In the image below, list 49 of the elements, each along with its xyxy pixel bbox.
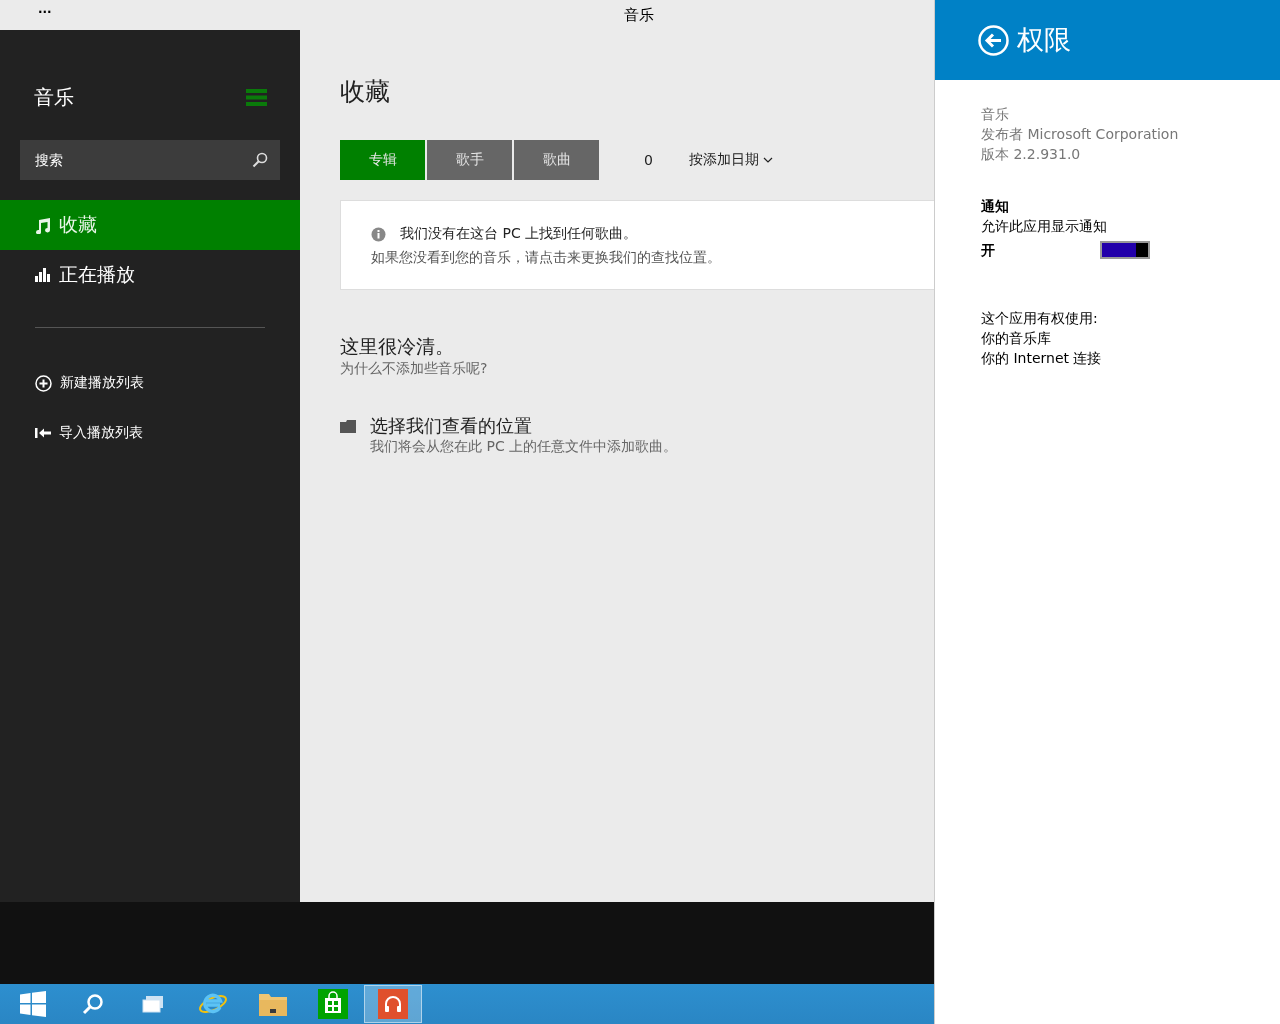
folder-icon	[340, 420, 356, 433]
app-info-text: 版本 2.2.931.0	[981, 145, 1082, 164]
sidebar-action[interactable]: 新建播放列表	[0, 358, 300, 408]
back-icon[interactable]	[978, 24, 1009, 56]
notice-title: 我们没有在这台 PC 上找到任何歌曲。	[400, 225, 638, 243]
tab[interactable]: 歌手	[427, 140, 512, 180]
more-menu[interactable]: ...	[38, 2, 52, 16]
page-heading: 收藏	[340, 76, 391, 108]
menu-icon[interactable]	[246, 88, 267, 106]
section-heading: 通知	[981, 197, 1010, 216]
sort-dropdown[interactable]: 按添加日期	[688, 151, 773, 169]
headphones-icon[interactable]	[378, 989, 408, 1019]
app-info-text: 音乐	[981, 105, 1010, 124]
permission-item: 你的音乐库	[981, 329, 1052, 348]
bar-chart-icon	[35, 268, 51, 282]
chevron-down-icon	[762, 157, 773, 163]
toggle-label: 开	[981, 241, 995, 260]
search-icon[interactable]	[252, 152, 268, 168]
item-count: 0	[644, 152, 653, 168]
shopping-bag-icon[interactable]	[318, 989, 348, 1019]
taskbar-item[interactable]	[364, 985, 422, 1023]
app-title: 音乐	[34, 83, 74, 111]
panel-title: 权限	[1017, 23, 1071, 57]
import-arrow-icon	[35, 427, 51, 439]
toggle-switch[interactable]	[1100, 241, 1150, 259]
location-subtitle: 我们将会从您在此 PC 上的任意文件中添加歌曲。	[370, 438, 678, 456]
tab[interactable]: 歌曲	[514, 140, 599, 180]
search-field[interactable]: 搜索	[20, 140, 280, 180]
plus-circle-icon	[35, 374, 52, 392]
nav-item[interactable]: 正在播放	[0, 250, 300, 300]
permission-item: 你的 Internet 连接	[981, 349, 1103, 368]
tab[interactable]: 专辑	[340, 140, 425, 180]
location-link[interactable]: 选择我们查看的位置	[370, 414, 678, 438]
folder-icon[interactable]	[258, 991, 288, 1017]
stacked-windows-icon[interactable]	[142, 995, 164, 1013]
empty-title: 这里很冷清。	[340, 334, 455, 359]
setting-description: 允许此应用显示通知	[981, 217, 1108, 236]
sidebar-action[interactable]: 导入播放列表	[0, 408, 300, 458]
windows-logo-icon[interactable]	[20, 991, 46, 1017]
empty-subtitle: 为什么不添加些音乐呢?	[340, 360, 489, 378]
nav-item[interactable]: 收藏	[0, 200, 300, 250]
info-icon	[371, 226, 386, 242]
section-heading: 这个应用有权使用:	[981, 309, 1099, 328]
window-title: 音乐	[624, 5, 654, 25]
app-info-text: 发布者 Microsoft Corporation	[981, 125, 1180, 144]
search-icon[interactable]	[82, 993, 104, 1015]
notice-text: 如果您没看到您的音乐，请点击来更换我们的查找位置。	[371, 249, 722, 267]
notice-card[interactable]: 我们没有在这台 PC 上找到任何歌曲。 如果您没看到您的音乐，请点击来更换我们的查找位置。	[340, 200, 934, 290]
music-note-icon	[35, 216, 51, 234]
